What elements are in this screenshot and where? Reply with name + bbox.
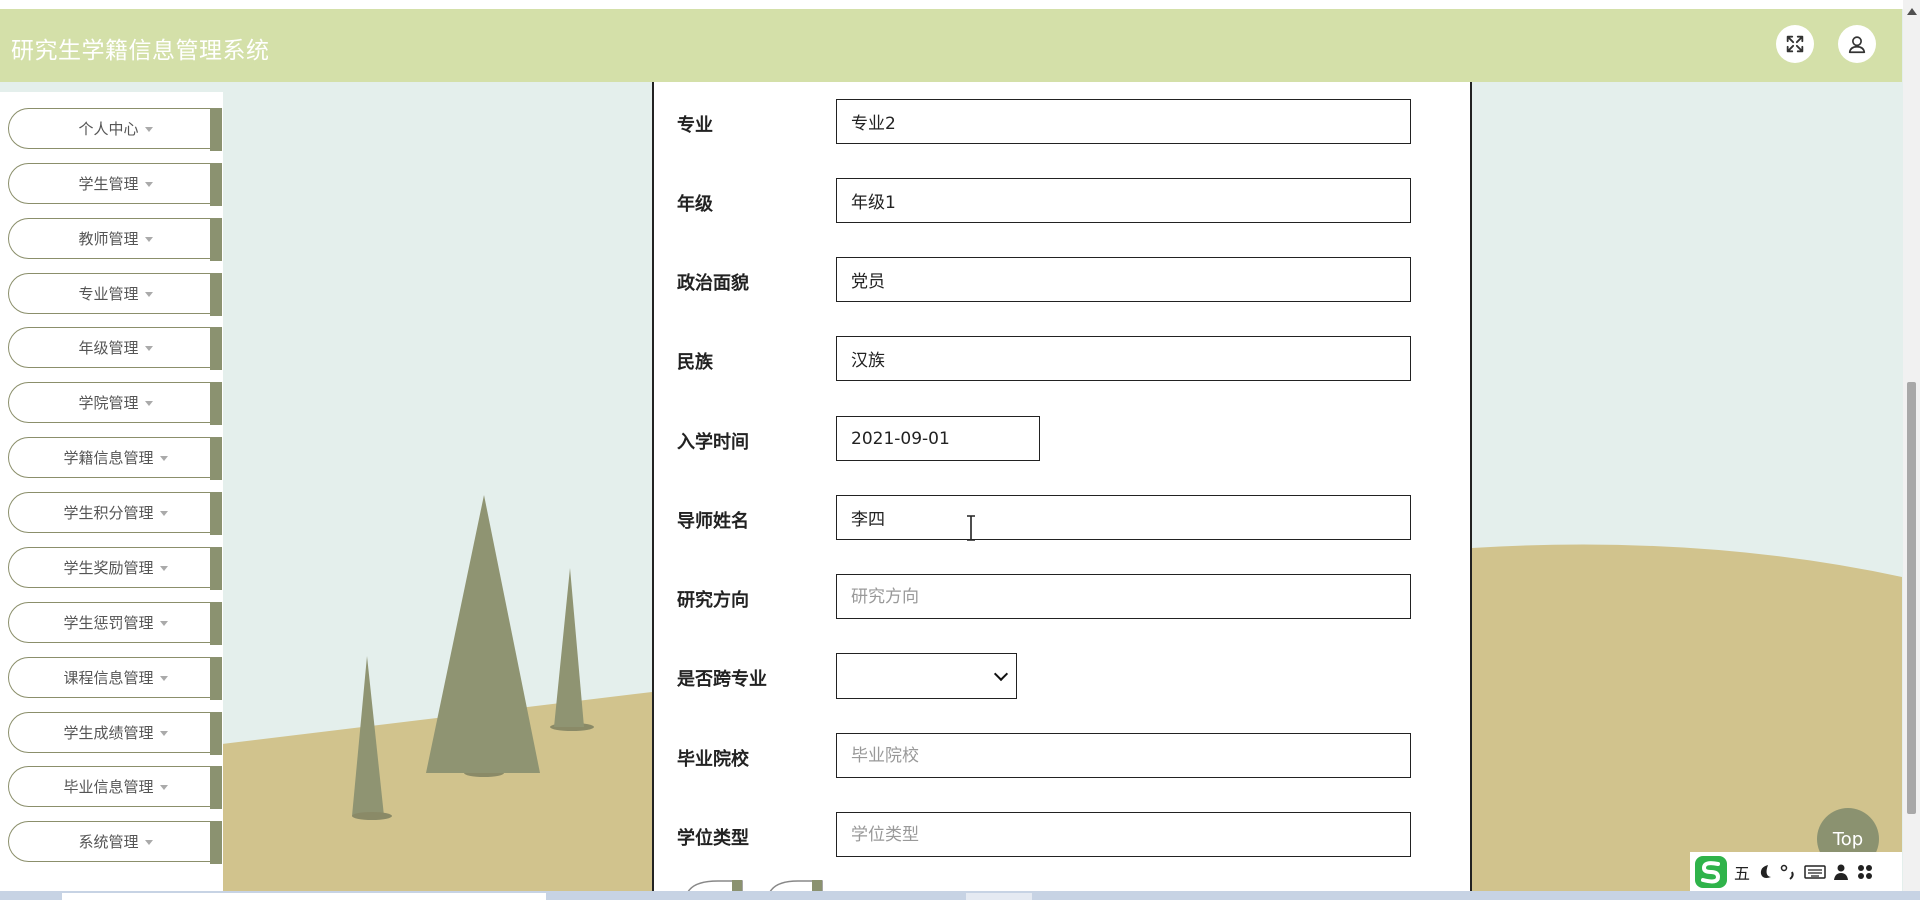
form-row-enrollment-date: 入学时间	[654, 416, 1470, 462]
ime-mode-label[interactable]: 五	[1734, 860, 1750, 884]
grid-menu-icon[interactable]	[1856, 863, 1874, 881]
form-row-grade: 年级	[654, 178, 1470, 224]
user-button[interactable]	[1838, 25, 1876, 63]
sidebar-item-personal-center[interactable]: 个人中心	[8, 108, 222, 151]
form-panel: 专业 年级 政治面貌 民族 入学时间 导师姓名 研究方向 是否跨专业 毕业院校 …	[652, 82, 1472, 900]
caret-down-icon	[144, 401, 153, 406]
caret-down-icon	[159, 621, 168, 626]
form-row-degree-type: 学位类型	[654, 812, 1470, 858]
caret-down-icon	[159, 676, 168, 681]
sidebar-item-label: 学籍信息管理	[63, 449, 154, 467]
form-label: 学位类型	[677, 828, 749, 849]
sidebar-item-course-management[interactable]: 课程信息管理	[8, 657, 222, 700]
sidebar-item-reward-management[interactable]: 学生奖励管理	[8, 547, 222, 590]
sidebar: 个人中心 学生管理 教师管理 专业管理 年级管理 学院管理 学籍信息管理 学生积…	[0, 92, 223, 900]
grade-input[interactable]	[836, 178, 1411, 223]
form-label: 民族	[677, 352, 713, 373]
caret-down-icon	[159, 456, 168, 461]
political-status-input[interactable]	[836, 257, 1411, 302]
sidebar-item-label: 个人中心	[78, 120, 139, 138]
enrollment-date-input[interactable]	[836, 416, 1040, 461]
page-scrollbar[interactable]	[1903, 0, 1920, 900]
form-label: 是否跨专业	[677, 669, 767, 690]
research-direction-input[interactable]	[836, 574, 1411, 619]
sidebar-item-graduation-management[interactable]: 毕业信息管理	[8, 766, 222, 809]
sidebar-item-major-management[interactable]: 专业管理	[8, 273, 222, 316]
form-label: 专业	[677, 115, 713, 136]
caret-down-icon	[159, 511, 168, 516]
ime-toolbar: 五	[1690, 852, 1902, 892]
sidebar-item-label: 系统管理	[78, 833, 139, 851]
sidebar-item-teacher-management[interactable]: 教师管理	[8, 218, 222, 261]
sidebar-item-label: 教师管理	[78, 230, 139, 248]
caret-down-icon	[144, 237, 153, 242]
degree-type-input[interactable]	[836, 812, 1411, 857]
sidebar-item-label: 学生成绩管理	[63, 724, 154, 742]
os-taskbar	[0, 891, 1920, 900]
scrollbar-thumb[interactable]	[1907, 382, 1916, 814]
form-row-cross-major: 是否跨专业	[654, 653, 1470, 699]
moon-icon[interactable]	[1756, 863, 1774, 881]
ethnicity-input[interactable]	[836, 336, 1411, 381]
window-top-strip	[0, 0, 1920, 9]
sidebar-item-label: 年级管理	[78, 339, 139, 357]
user-silhouette-icon[interactable]	[1832, 863, 1850, 881]
caret-down-icon	[144, 182, 153, 187]
user-icon	[1848, 36, 1866, 54]
fullscreen-button[interactable]	[1776, 25, 1814, 63]
graduate-school-input[interactable]	[836, 733, 1411, 778]
caret-down-icon	[159, 785, 168, 790]
punctuation-icon[interactable]	[1780, 863, 1798, 881]
form-label: 研究方向	[677, 590, 749, 611]
sidebar-item-college-management[interactable]: 学院管理	[8, 382, 222, 425]
form-row-research-direction: 研究方向	[654, 574, 1470, 620]
sidebar-item-label: 专业管理	[78, 285, 139, 303]
sidebar-item-score-management[interactable]: 学生成绩管理	[8, 712, 222, 755]
sidebar-item-system-management[interactable]: 系统管理	[8, 821, 222, 864]
chevron-down-icon	[993, 666, 1009, 682]
caret-down-icon	[144, 840, 153, 845]
form-label: 年级	[677, 194, 713, 215]
caret-down-icon	[144, 127, 153, 132]
cross-major-select[interactable]	[836, 653, 1017, 699]
sidebar-item-label: 学院管理	[78, 394, 139, 412]
expand-arrows-icon	[1786, 35, 1804, 53]
sidebar-item-student-management[interactable]: 学生管理	[8, 163, 222, 206]
keyboard-icon[interactable]	[1804, 863, 1826, 881]
sidebar-item-label: 课程信息管理	[63, 669, 154, 687]
form-label: 政治面貌	[677, 273, 749, 294]
sidebar-item-points-management[interactable]: 学生积分管理	[8, 492, 222, 535]
major-input[interactable]	[836, 99, 1411, 144]
sidebar-item-label: 学生管理	[78, 175, 139, 193]
caret-down-icon	[159, 731, 168, 736]
sidebar-item-label: 学生惩罚管理	[63, 614, 154, 632]
form-label: 入学时间	[677, 432, 749, 453]
scroll-up-arrow-icon[interactable]	[1907, 8, 1917, 15]
caret-down-icon	[144, 346, 153, 351]
form-row-advisor-name: 导师姓名	[654, 495, 1470, 541]
caret-down-icon	[144, 292, 153, 297]
sogou-ime-logo-icon[interactable]	[1694, 855, 1728, 889]
sidebar-item-grade-management[interactable]: 年级管理	[8, 327, 222, 370]
caret-down-icon	[159, 566, 168, 571]
sidebar-item-punishment-management[interactable]: 学生惩罚管理	[8, 602, 222, 645]
sidebar-item-enrollment-management[interactable]: 学籍信息管理	[8, 437, 222, 480]
sidebar-item-label: 毕业信息管理	[63, 778, 154, 796]
sidebar-item-label: 学生积分管理	[63, 504, 154, 522]
taskbar-item[interactable]	[966, 893, 1032, 900]
app-header: 研究生学籍信息管理系统	[0, 9, 1902, 82]
form-row-major: 专业	[654, 99, 1470, 145]
form-row-ethnicity: 民族	[654, 336, 1470, 382]
text-cursor-icon	[967, 515, 975, 541]
form-row-graduate-school: 毕业院校	[654, 733, 1470, 779]
form-row-political-status: 政治面貌	[654, 257, 1470, 303]
sidebar-item-label: 学生奖励管理	[63, 559, 154, 577]
app-title: 研究生学籍信息管理系统	[11, 38, 270, 64]
form-label: 毕业院校	[677, 749, 749, 770]
taskbar-item[interactable]	[62, 893, 546, 900]
advisor-name-input[interactable]	[836, 495, 1411, 540]
form-label: 导师姓名	[677, 511, 749, 532]
